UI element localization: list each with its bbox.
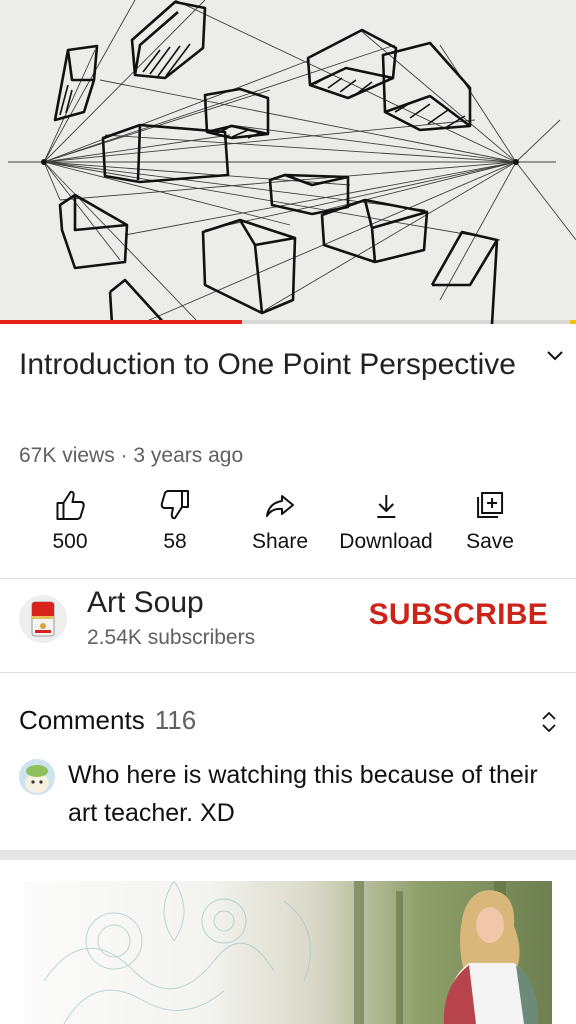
unfold-icon[interactable] (540, 710, 558, 734)
subscriber-count: 2.54K subscribers (87, 626, 256, 649)
download-icon (377, 495, 395, 518)
channel-avatar[interactable] (19, 595, 67, 643)
download-label: Download (339, 530, 433, 553)
save-button[interactable]: Save (466, 488, 514, 554)
like-count: 500 (52, 530, 88, 553)
share-icon (265, 495, 294, 517)
divider (0, 672, 576, 673)
commenter-avatar[interactable] (19, 759, 55, 795)
comment-count: 116 (154, 705, 197, 735)
download-button[interactable]: Download (339, 488, 433, 554)
section-separator (0, 850, 576, 860)
video-player[interactable] (0, 0, 576, 324)
comments-header[interactable]: Comments 116 (19, 705, 196, 736)
upload-age: 3 years ago (133, 444, 244, 467)
like-icon (55, 490, 85, 520)
dislike-button[interactable]: 58 (159, 488, 191, 554)
progress-bar[interactable] (0, 320, 576, 324)
progress-marker (570, 320, 576, 324)
channel-name[interactable]: Art Soup (87, 586, 204, 620)
divider (0, 578, 576, 579)
share-button[interactable]: Share (252, 488, 308, 554)
chevron-down-icon[interactable] (544, 344, 566, 366)
meta-separator: · (120, 444, 128, 467)
left-vanishing-point (41, 159, 47, 165)
like-button[interactable]: 500 (52, 488, 88, 554)
floral-sketch-banner-image (43, 881, 539, 1024)
subscribe-button[interactable]: SUBSCRIBE (369, 598, 548, 632)
video-meta: 67K views · 3 years ago (19, 444, 243, 468)
progress-bar-fill (0, 320, 242, 324)
perspective-drawing-thumbnail (8, 0, 576, 324)
action-bar: 500 58 Share Download Save (0, 488, 576, 568)
promoted-card-image[interactable] (24, 881, 552, 1024)
soup-can-avatar (31, 601, 55, 637)
comments-heading: Comments (19, 705, 145, 735)
top-comment-text[interactable]: Who here is watching this because of the… (68, 756, 548, 832)
dislike-count: 58 (163, 530, 187, 553)
cartoon-avatar (19, 759, 55, 795)
view-count: 67K views (19, 444, 115, 467)
save-to-playlist-icon (477, 492, 503, 518)
video-title[interactable]: Introduction to One Point Perspective (19, 342, 519, 388)
right-vanishing-point (513, 159, 519, 165)
save-label: Save (466, 530, 514, 553)
dislike-icon (160, 490, 189, 520)
share-label: Share (251, 530, 309, 553)
